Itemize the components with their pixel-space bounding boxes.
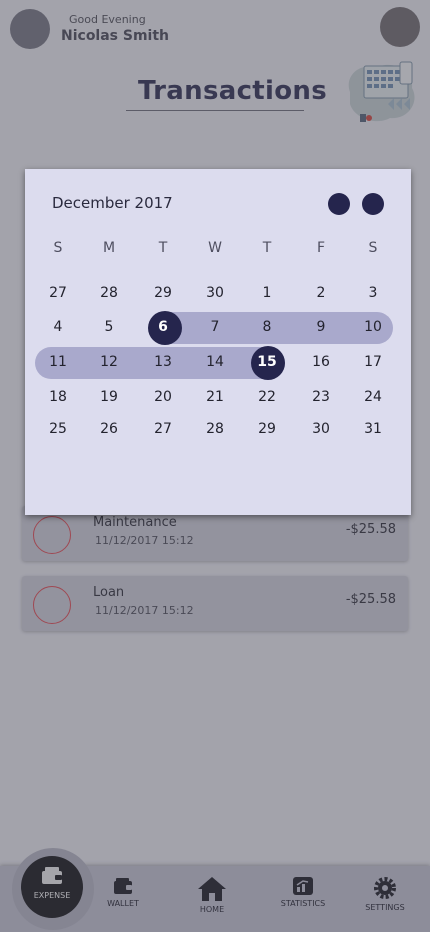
calendar-day[interactable]: 28: [195, 418, 235, 440]
calendar-day[interactable]: 3: [353, 282, 393, 304]
calendar-day[interactable]: 16: [301, 351, 341, 373]
calendar-day[interactable]: 4: [38, 316, 78, 338]
calendar-month-title: December 2017: [52, 194, 173, 212]
calendar-day[interactable]: 9: [301, 316, 341, 338]
weekday-label: T: [262, 240, 272, 256]
calendar-day[interactable]: 6: [143, 316, 183, 338]
calendar-day[interactable]: 31: [353, 418, 393, 440]
calendar-day[interactable]: 10: [353, 316, 393, 338]
calendar-day[interactable]: 11: [38, 351, 78, 373]
calendar-day[interactable]: 7: [195, 316, 235, 338]
calendar-day[interactable]: 21: [195, 386, 235, 408]
calendar-day[interactable]: 20: [143, 386, 183, 408]
calendar-day[interactable]: 12: [89, 351, 129, 373]
calendar-day[interactable]: 23: [301, 386, 341, 408]
calendar-day[interactable]: 19: [89, 386, 129, 408]
calendar-day[interactable]: 29: [247, 418, 287, 440]
calendar-day[interactable]: 29: [143, 282, 183, 304]
weekday-label: T: [158, 240, 168, 256]
date-range-picker: December 2017 S M T W T F S 27 28 29 30 1 2 3 4…: [25, 169, 411, 515]
calendar-day[interactable]: 22: [247, 386, 287, 408]
previous-month-button[interactable]: [328, 193, 350, 215]
calendar-day[interactable]: 15: [247, 351, 287, 373]
calendar-day[interactable]: 26: [89, 418, 129, 440]
calendar-day[interactable]: 17: [353, 351, 393, 373]
weekday-label: W: [208, 240, 222, 256]
calendar-day[interactable]: 27: [143, 418, 183, 440]
calendar-day[interactable]: 14: [195, 351, 235, 373]
next-month-button[interactable]: [362, 193, 384, 215]
calendar-day[interactable]: 28: [89, 282, 129, 304]
calendar-day[interactable]: 27: [38, 282, 78, 304]
calendar-day[interactable]: 30: [301, 418, 341, 440]
weekday-label: S: [53, 240, 63, 256]
calendar-day[interactable]: 8: [247, 316, 287, 338]
calendar-day[interactable]: 13: [143, 351, 183, 373]
calendar-day[interactable]: 25: [38, 418, 78, 440]
calendar-day[interactable]: 18: [38, 386, 78, 408]
weekday-label: S: [368, 240, 378, 256]
calendar-day[interactable]: 5: [89, 316, 129, 338]
weekday-label: F: [316, 240, 326, 256]
calendar-day[interactable]: 1: [247, 282, 287, 304]
calendar-day[interactable]: 30: [195, 282, 235, 304]
calendar-day[interactable]: 24: [353, 386, 393, 408]
calendar-day[interactable]: 2: [301, 282, 341, 304]
weekday-label: M: [102, 240, 116, 256]
